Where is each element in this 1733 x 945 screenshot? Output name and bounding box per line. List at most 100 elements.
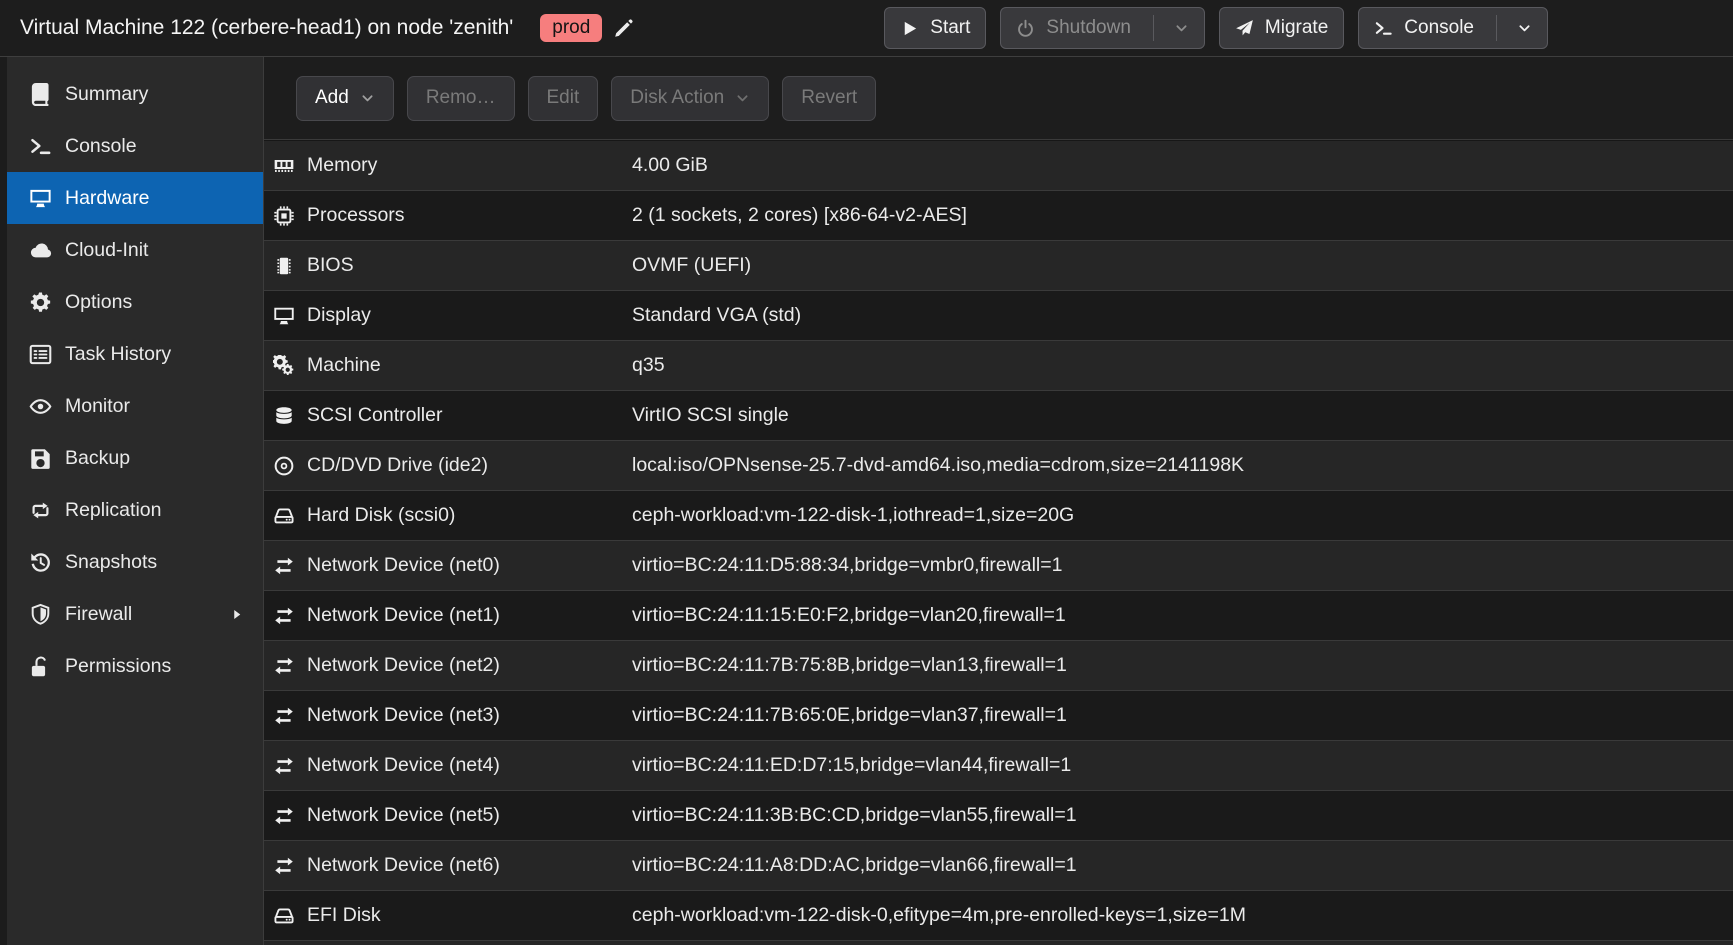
cloud-icon (29, 239, 52, 262)
sidebar-item-monitor[interactable]: Monitor (0, 380, 263, 432)
button-label: Migrate (1265, 17, 1328, 39)
hardware-row-label: Hard Disk (scsi0) (307, 504, 455, 527)
eye-icon (29, 395, 52, 418)
table-row[interactable]: Network Device (net3) virtio=BC:24:11:7B:… (264, 691, 1733, 741)
list-icon (29, 343, 52, 366)
table-row[interactable]: SCSI Controller VirtIO SCSI single (264, 391, 1733, 441)
hardware-row-value: Standard VGA (std) (632, 304, 801, 327)
table-row[interactable]: Network Device (net5)virtio=BC:24:11:3B:… (264, 791, 1733, 841)
sidebar-item-task-history[interactable]: Task History (0, 328, 263, 380)
sidebar-item-summary[interactable]: Summary (0, 68, 263, 120)
hardware-row-device-cell: Processors (264, 204, 632, 227)
table-row[interactable]: Network Device (net0)virtio=BC:24:11:D5:… (264, 541, 1733, 591)
table-row[interactable]: Network Device (net4)virtio=BC:24:11:ED:… (264, 741, 1733, 791)
gear-icon (29, 291, 52, 314)
hardware-row-device-cell: Network Device (net3) (264, 704, 632, 727)
exchange-icon (273, 555, 295, 577)
table-row[interactable]: CD/DVD Drive (ide2)local:iso/OPNsense-25… (264, 441, 1733, 491)
cpu-icon (273, 205, 295, 227)
hardware-row-label: Memory (307, 154, 377, 177)
table-row[interactable]: Machineq35 (264, 341, 1733, 391)
migrate-button[interactable]: Migrate (1219, 7, 1344, 49)
sidebar-item-console[interactable]: Console (0, 120, 263, 172)
hardware-row-label: Machine (307, 354, 381, 377)
terminal-icon (1374, 19, 1393, 38)
table-row[interactable]: Processors2 (1 sockets, 2 cores) [x86-64… (264, 191, 1733, 241)
sidebar-item-cloud-init[interactable]: Cloud-Init (0, 224, 263, 276)
shutdown-button[interactable]: Shutdown (1000, 7, 1205, 49)
hardware-row-value: ceph-workload:vm-122-disk-1,iothread=1,s… (632, 504, 1074, 527)
add-button[interactable]: Add (296, 76, 394, 121)
sidebar-item-snapshots[interactable]: Snapshots (0, 536, 263, 588)
hardware-row-device-cell: BIOS (264, 254, 632, 277)
hardware-row-value: VirtIO SCSI single (632, 404, 789, 427)
disc-icon (273, 455, 295, 477)
hardware-row-label: Network Device (net2) (307, 654, 500, 677)
revert-button[interactable]: Revert (782, 76, 876, 121)
console-button[interactable]: Console (1358, 7, 1548, 49)
remo-button[interactable]: Remo… (407, 76, 515, 121)
partial-next-row (264, 941, 1733, 945)
sidebar-item-label: Cloud-Init (65, 239, 148, 262)
sidebar-item-permissions[interactable]: Permissions (0, 640, 263, 692)
button-label: Edit (547, 87, 580, 109)
memory-icon (273, 155, 295, 177)
sidebar-item-label: Permissions (65, 655, 171, 678)
table-row[interactable]: Network Device (net6)virtio=BC:24:11:A8:… (264, 841, 1733, 891)
sidebar-item-backup[interactable]: Backup (0, 432, 263, 484)
history-icon (29, 551, 52, 574)
hardware-row-value: ceph-workload:vm-122-disk-0,efitype=4m,p… (632, 904, 1246, 927)
caret-right-icon (229, 607, 244, 622)
hardware-row-device-cell: Network Device (net5) (264, 804, 632, 827)
table-row[interactable]: EFI Diskceph-workload:vm-122-disk-0,efit… (264, 891, 1733, 941)
hardware-row-label: SCSI Controller (307, 404, 442, 427)
hardware-row-value: 2 (1 sockets, 2 cores) [x86-64-v2-AES] (632, 204, 967, 227)
hardware-row-device-cell: Network Device (net0) (264, 554, 632, 577)
hardware-row-value: 4.00 GiB (632, 154, 708, 177)
disk-action-button[interactable]: Disk Action (611, 76, 769, 121)
hardware-row-device-cell: CD/DVD Drive (ide2) (264, 454, 632, 477)
sidebar-item-replication[interactable]: Replication (0, 484, 263, 536)
hardware-row-value: virtio=BC:24:11:7B:65:0E,bridge=vlan37,f… (632, 704, 1067, 727)
hardware-row-device-cell: Network Device (net1) (264, 604, 632, 627)
sidebar-item-firewall[interactable]: Firewall (0, 588, 263, 640)
page-title: Virtual Machine 122 (cerbere-head1) on n… (20, 16, 513, 40)
exchange-icon (273, 805, 295, 827)
edit-button[interactable]: Edit (528, 76, 599, 121)
pencil-icon[interactable] (613, 18, 634, 39)
vm-tag[interactable]: prod (540, 14, 602, 43)
sidebar-item-options[interactable]: Options (0, 276, 263, 328)
button-label: Shutdown (1046, 17, 1131, 39)
sidebar-item-hardware[interactable]: Hardware (0, 172, 263, 224)
hardware-row-label: Network Device (net1) (307, 604, 500, 627)
table-row[interactable]: Network Device (net2)virtio=BC:24:11:7B:… (264, 641, 1733, 691)
terminal-icon (29, 135, 52, 158)
sidebar-item-label: Hardware (65, 187, 150, 210)
table-row[interactable]: Memory 4.00 GiB (264, 141, 1733, 191)
header-actions: Start Shutdown Migrate Console (884, 7, 1548, 49)
table-row[interactable]: Hard Disk (scsi0) ceph-workload:vm-122-di… (264, 491, 1733, 541)
hardware-row-device-cell: EFI Disk (264, 904, 632, 927)
exchange-icon (273, 855, 295, 877)
table-row[interactable]: DisplayStandard VGA (std) (264, 291, 1733, 341)
exchange-icon (273, 705, 295, 727)
book-icon (29, 83, 52, 106)
chevron-down-icon (1517, 21, 1532, 36)
split-divider (1153, 15, 1154, 41)
sidebar: SummaryConsole Hardware Cloud-Init OptionsT… (0, 57, 263, 945)
table-row[interactable]: BIOSOVMF (UEFI) (264, 241, 1733, 291)
hardware-row-device-cell: Memory (264, 154, 632, 177)
hardware-row-value: virtio=BC:24:11:15:E0:F2,bridge=vlan20,f… (632, 604, 1066, 627)
content-panel: Add Remo… Edit Disk Action Revert Memory 4.00… (263, 57, 1733, 945)
start-button[interactable]: Start (884, 7, 986, 49)
hardware-row-device-cell: Network Device (net2) (264, 654, 632, 677)
hardware-row-device-cell: Display (264, 304, 632, 327)
hardware-row-device-cell: Network Device (net6) (264, 854, 632, 877)
microchip-icon (273, 255, 295, 277)
table-row[interactable]: Network Device (net1) virtio=BC:24:11:15:… (264, 591, 1733, 641)
shield-icon (29, 603, 52, 626)
button-label: Revert (801, 87, 857, 109)
hardware-row-label: Network Device (net3) (307, 704, 500, 727)
sidebar-item-label: Backup (65, 447, 130, 470)
hardware-row-device-cell: Network Device (net4) (264, 754, 632, 777)
